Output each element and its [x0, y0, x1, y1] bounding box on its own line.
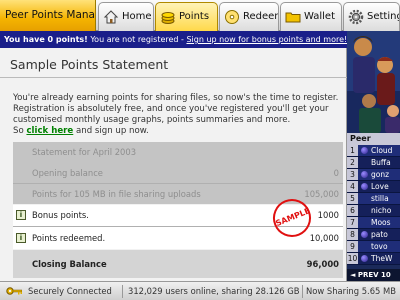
- now-sharing-text: Now Sharing 5.65 MB: [306, 286, 396, 296]
- cd-icon: [225, 9, 239, 24]
- peer-list-item[interactable]: 1 Cloud: [347, 145, 400, 157]
- row-value: 105,000: [304, 189, 339, 199]
- row-value: 10,000: [309, 233, 339, 243]
- peer-list-item[interactable]: 8 pato: [347, 229, 400, 241]
- page-title: Sample Points Statement: [10, 57, 169, 72]
- status-bar: Securely Connected 312,029 users online,…: [0, 281, 400, 300]
- tab-redeem[interactable]: Redeem: [219, 2, 279, 31]
- tab-home[interactable]: Home: [98, 2, 154, 31]
- row-label: Opening balance: [32, 168, 103, 178]
- peer-avatar-icon: [361, 183, 368, 190]
- users-online-text: 312,029 users online, sharing 28.126 GB: [128, 286, 300, 296]
- peer-list-item[interactable]: 4 Love: [347, 181, 400, 193]
- tab-points[interactable]: Points: [155, 2, 218, 31]
- info-icon[interactable]: i: [16, 210, 26, 220]
- intro-end: and sign up now.: [73, 126, 149, 136]
- intro-text: You're already earning points for sharin…: [13, 93, 339, 125]
- app-title: Peer Points Manager: [0, 0, 96, 31]
- statement-header: Statement for April 2003: [13, 142, 343, 163]
- peer-avatar-icon: [361, 231, 368, 238]
- registration-notice: You have 0 points! You are not registere…: [0, 31, 347, 48]
- house-icon: [103, 9, 119, 23]
- signup-link[interactable]: Sign up now for bonus points and more!: [186, 35, 347, 44]
- tab-settings[interactable]: Settings: [343, 2, 400, 31]
- peer-list-item[interactable]: 5 stilla: [347, 193, 400, 205]
- closing-value: 96,000: [306, 259, 339, 269]
- click-here-link[interactable]: click here: [26, 126, 73, 136]
- row-value: 0: [333, 168, 339, 178]
- tab-wallet[interactable]: Wallet: [280, 2, 342, 31]
- points-count-text: You have 0 points!: [4, 35, 88, 44]
- info-icon[interactable]: i: [16, 233, 26, 243]
- status-separator: [302, 285, 303, 298]
- peer-list-item[interactable]: 3 gonz: [347, 169, 400, 181]
- peer-avatar-icon: [361, 171, 368, 178]
- peer-list-item[interactable]: 6 nicho: [347, 205, 400, 217]
- peer-list-item[interactable]: 7 Moos: [347, 217, 400, 229]
- title-divider: [0, 77, 347, 78]
- key-icon: [6, 287, 22, 295]
- banner-artwork: [347, 31, 400, 133]
- closing-balance-row: Closing Balance 96,000: [13, 250, 343, 278]
- peer-avatar-icon: [361, 255, 368, 262]
- gear-icon: [348, 9, 364, 24]
- peer-list-item[interactable]: 10 TheW: [347, 253, 400, 265]
- tab-bar: Peer Points Manager Home Points Redeem W…: [0, 0, 400, 31]
- points-statement: Statement for April 2003 Opening balance…: [13, 142, 343, 280]
- intro-paragraph: You're already earning points for sharin…: [13, 93, 341, 137]
- peer-list-item[interactable]: 2 Buffa: [347, 157, 400, 169]
- folder-icon: [285, 12, 301, 22]
- row-value: 1000: [317, 210, 339, 220]
- peer-avatar-icon: [361, 147, 368, 154]
- prev-10-button[interactable]: ◄ PREV 10: [347, 269, 400, 281]
- peer-list-header: Peer: [347, 133, 400, 145]
- closing-label: Closing Balance: [32, 259, 107, 269]
- main-panel: Sample Points Statement You're already e…: [0, 48, 347, 281]
- statement-row: Opening balance 0: [13, 163, 343, 183]
- coins-icon: [161, 11, 175, 24]
- status-separator: [122, 285, 123, 298]
- peer-list-item[interactable]: 9 tovo: [347, 241, 400, 253]
- row-label: Bonus points.: [32, 210, 89, 220]
- intro-so: So: [13, 126, 27, 136]
- connection-status: Securely Connected: [28, 286, 112, 296]
- notice-text: You are not registered -: [87, 35, 187, 44]
- row-label: Points for 105 MB in file sharing upload…: [32, 189, 201, 199]
- peer-sidebar: Peer 1 Cloud 2 Buffa 3 gonz 4 Love 5 stilla 6…: [347, 31, 400, 281]
- row-label: Points redeemed.: [32, 233, 106, 243]
